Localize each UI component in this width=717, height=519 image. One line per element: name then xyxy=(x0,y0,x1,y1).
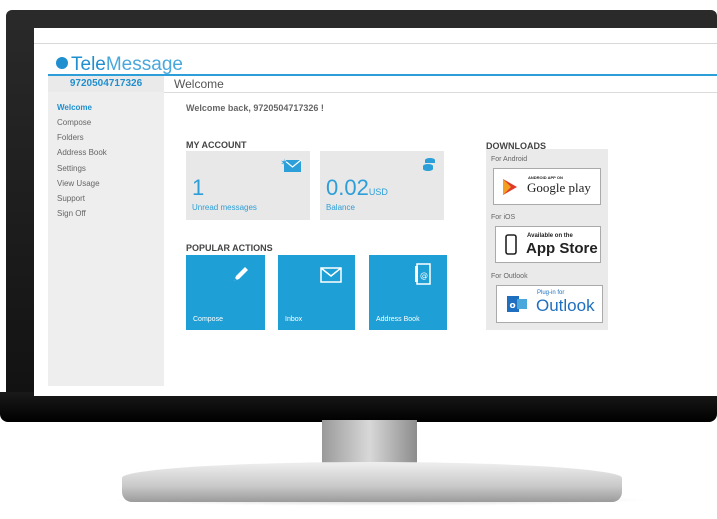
inbox-action-label: Inbox xyxy=(285,316,303,323)
new-message-icon: ✶ xyxy=(280,158,302,172)
address-book-action-label: Address Book xyxy=(376,316,420,323)
address-book-icon: @ xyxy=(415,263,431,285)
outlook-big-text: Outlook xyxy=(536,296,595,315)
android-caption: For Android xyxy=(491,156,528,163)
logo-text-message: Message xyxy=(105,54,183,75)
page-title: Welcome xyxy=(174,77,224,91)
google-play-big-text: Google play xyxy=(527,180,591,195)
app-store-small-text: Available on the xyxy=(527,233,573,239)
svg-text:✶: ✶ xyxy=(280,158,288,169)
unread-messages-card[interactable]: ✶ 1 Unread messages xyxy=(186,151,310,220)
app-store-badge[interactable]: Available on the App Store xyxy=(495,226,601,263)
outlook-caption: For Outlook xyxy=(491,273,528,280)
sidebar-item-welcome[interactable]: Welcome xyxy=(57,103,92,112)
app-store-big-text: App Store xyxy=(526,240,598,257)
logo-text-tele: Tele xyxy=(71,54,106,75)
monitor-chin xyxy=(0,392,717,422)
monitor-screen: TeleMessage 9720504717326 Welcome Welcom… xyxy=(34,28,717,396)
sidebar-item-folders[interactable]: Folders xyxy=(57,133,84,142)
sidebar-item-compose[interactable]: Compose xyxy=(57,118,91,127)
welcome-message: Welcome back, 9720504717326 ! xyxy=(186,103,324,113)
compose-action-tile[interactable]: Compose xyxy=(186,255,265,330)
compose-action-label: Compose xyxy=(193,316,223,323)
monitor-stand-base xyxy=(122,462,622,502)
sidebar-item-sign-off[interactable]: Sign Off xyxy=(57,209,86,218)
my-account-heading: MY ACCOUNT xyxy=(186,140,247,150)
sidebar-item-settings[interactable]: Settings xyxy=(57,164,86,173)
unread-label: Unread messages xyxy=(192,203,257,212)
balance-currency: USD xyxy=(368,187,388,197)
ios-caption: For iOS xyxy=(491,214,516,221)
phone-icon xyxy=(505,234,517,255)
envelope-icon xyxy=(320,267,342,283)
inbox-action-tile[interactable]: Inbox xyxy=(278,255,355,330)
google-play-badge[interactable]: ANDROID APP ON Google play xyxy=(493,168,601,205)
unread-count: 1 xyxy=(192,175,205,200)
svg-text:@: @ xyxy=(420,271,428,280)
balance-label: Balance xyxy=(326,203,355,212)
outlook-icon: o xyxy=(507,296,527,312)
telemessage-logo[interactable]: TeleMessage xyxy=(56,54,183,76)
sidebar-item-address-book[interactable]: Address Book xyxy=(57,148,107,157)
outlook-plugin-badge[interactable]: o Plug-in for Outlook xyxy=(496,285,603,323)
sidebar-item-view-usage[interactable]: View Usage xyxy=(57,179,100,188)
svg-text:o: o xyxy=(510,301,516,311)
sidebar-item-support[interactable]: Support xyxy=(57,194,85,203)
balance-amount: 0.02 xyxy=(326,175,369,200)
balance-amount-group: 0.02USD xyxy=(326,175,388,201)
title-divider xyxy=(164,92,717,93)
address-book-action-tile[interactable]: @ Address Book xyxy=(369,255,447,330)
popular-actions-heading: POPULAR ACTIONS xyxy=(186,243,273,253)
google-play-icon xyxy=(503,179,517,195)
top-divider xyxy=(34,43,717,44)
logo-dot-icon xyxy=(56,57,68,69)
pencil-icon xyxy=(234,267,248,281)
balance-card[interactable]: 0.02USD Balance xyxy=(320,151,444,220)
coins-icon xyxy=(423,158,435,171)
account-phone-number: 9720504717326 xyxy=(48,76,164,92)
